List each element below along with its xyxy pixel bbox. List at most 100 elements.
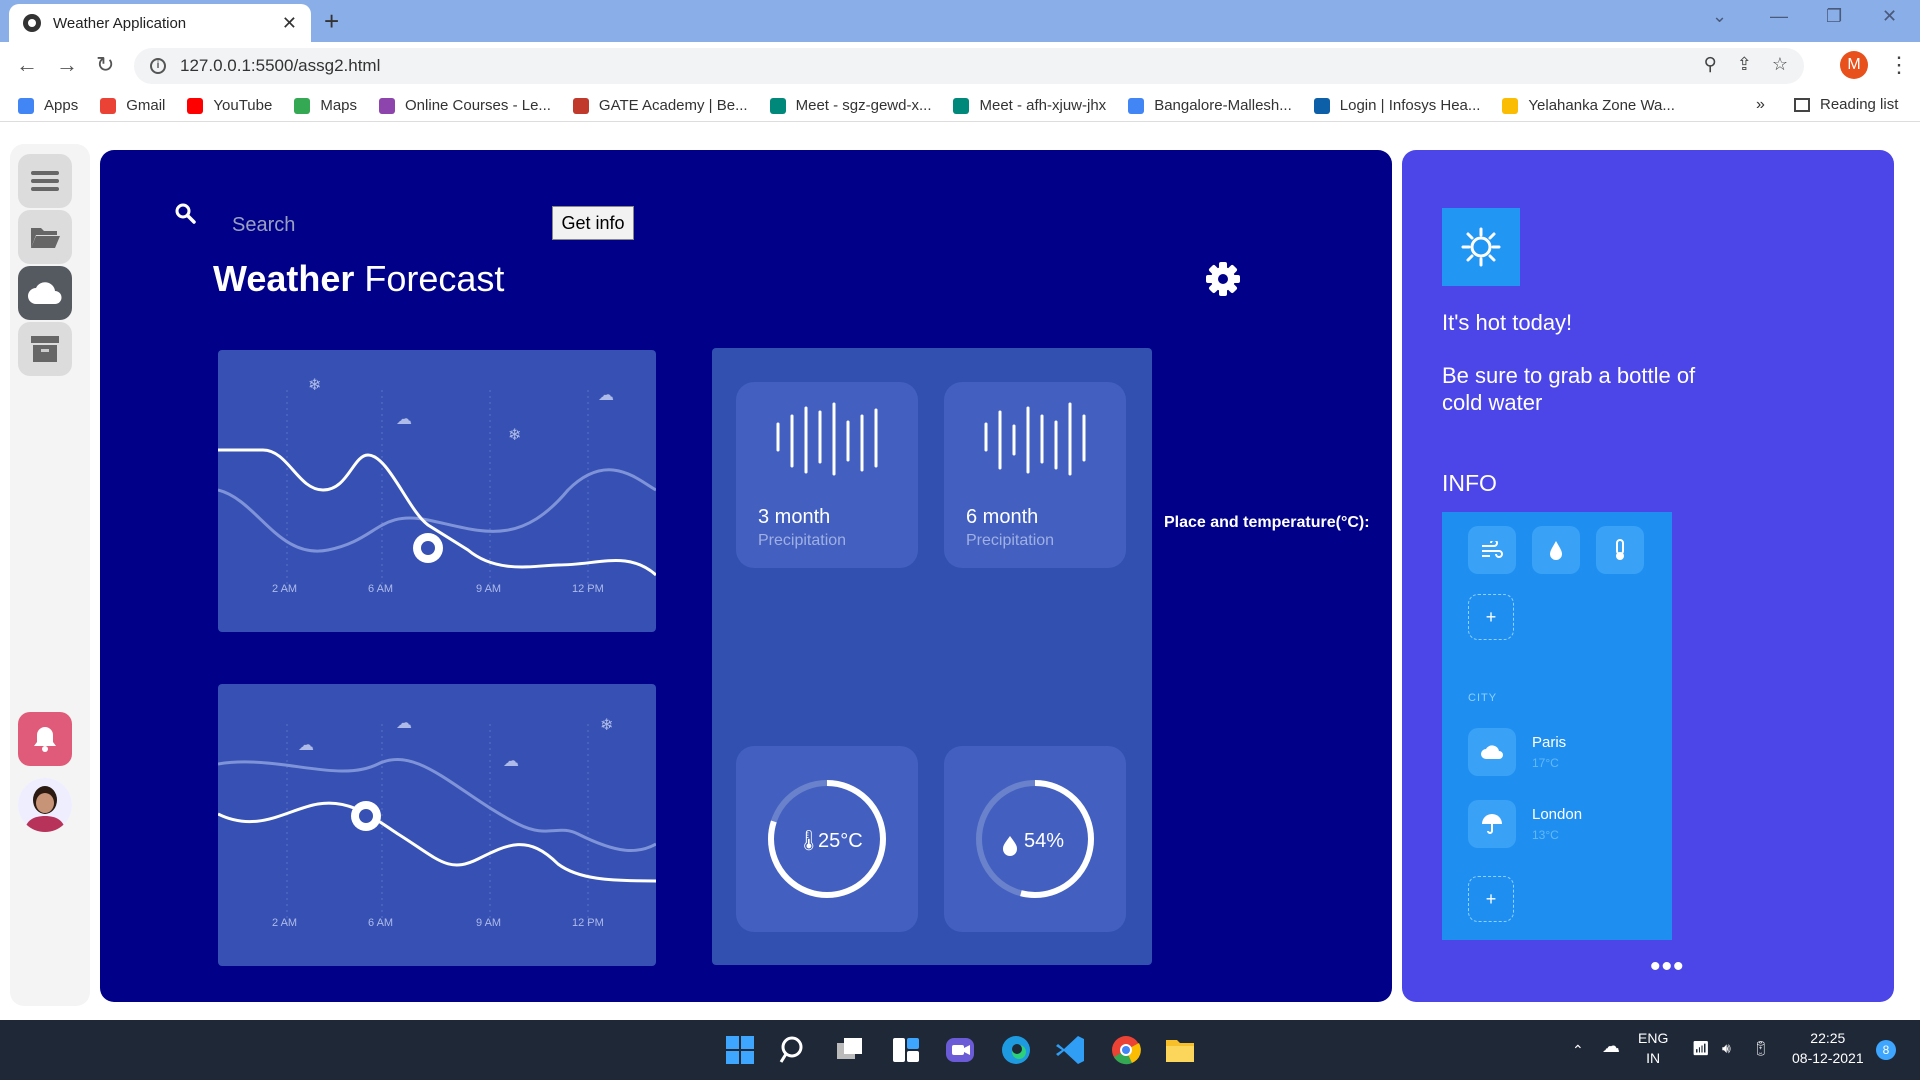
thermometer-icon	[1616, 539, 1624, 560]
bookmark-favicon-icon	[1313, 97, 1330, 114]
chrome-icon[interactable]	[1110, 1034, 1142, 1066]
restore-button[interactable]: ❐	[1826, 6, 1842, 27]
show-hidden-icons-icon[interactable]: ⌃	[1572, 1040, 1584, 1060]
zoom-icon[interactable]: ⚲	[1704, 54, 1717, 75]
volume-icon[interactable]: 🔊︎	[1722, 1038, 1731, 1058]
file-explorer-icon[interactable]	[1164, 1034, 1196, 1066]
time-label: 6 AM	[368, 917, 393, 929]
night-cloud-icon: ☁	[396, 411, 412, 428]
add-city-button[interactable]: +	[1468, 876, 1514, 922]
reload-icon[interactable]: ↻	[96, 52, 114, 78]
get-info-button[interactable]: Get info	[552, 206, 634, 240]
new-tab-button[interactable]: +	[324, 6, 339, 37]
bookmark-item[interactable]: Bangalore-Mallesh...	[1128, 97, 1292, 114]
share-icon[interactable]: ⇪	[1737, 54, 1752, 75]
browser-menu-icon[interactable]: ⋮	[1888, 52, 1910, 78]
bookmark-item[interactable]: Online Courses - Le...	[379, 97, 551, 114]
start-icon[interactable]	[724, 1034, 756, 1066]
stat-title: 3 month	[758, 506, 831, 528]
folder-button[interactable]	[18, 210, 72, 264]
bookmarks-bar: Apps Gmail YouTube Maps Online Courses - Le.…	[0, 90, 1920, 122]
time-label: 12 PM	[572, 583, 604, 595]
search-icon[interactable]	[174, 202, 198, 226]
user-photo-icon	[18, 778, 72, 832]
wind-button[interactable]	[1468, 526, 1516, 574]
notifications-button[interactable]	[18, 712, 72, 766]
teams-chat-icon[interactable]	[944, 1034, 976, 1066]
browser-tab[interactable]: Weather Application ✕	[9, 4, 311, 42]
clock-date: 08-12-2021	[1792, 1050, 1864, 1066]
temperature-gauge-card[interactable]: 🌡︎ 25°C	[736, 746, 918, 932]
bookmark-favicon-icon	[18, 97, 34, 114]
precipitation-6-month-card[interactable]: 6 month Precipitation	[944, 382, 1126, 568]
site-info-icon[interactable]: i	[150, 58, 166, 74]
bookmark-star-icon[interactable]: ☆	[1772, 54, 1788, 75]
humidity-value: 54%	[1024, 830, 1064, 852]
night-cloud-icon: ☁	[598, 387, 614, 404]
minimize-button[interactable]: —	[1770, 6, 1788, 27]
lang-line-2: IN	[1646, 1050, 1661, 1066]
water-drop-icon	[1003, 836, 1017, 856]
bookmark-item[interactable]: Meet - sgz-gewd-x...	[769, 97, 932, 114]
bookmark-item[interactable]: YouTube	[187, 97, 272, 114]
reading-list-button[interactable]: Reading list	[1794, 96, 1898, 113]
bookmark-item[interactable]: Maps	[294, 97, 357, 114]
tab-search-icon[interactable]: ⌄	[1712, 6, 1727, 27]
humidity-gauge: 54%	[976, 780, 1094, 898]
bookmark-item[interactable]: Login | Infosys Hea...	[1313, 97, 1480, 114]
archive-button[interactable]	[18, 322, 72, 376]
bookmark-favicon-icon	[294, 97, 311, 114]
bookmark-item[interactable]: Apps	[18, 97, 78, 114]
widgets-icon[interactable]	[890, 1034, 922, 1066]
temperature-button[interactable]	[1596, 526, 1644, 574]
language-indicator[interactable]: ENG IN	[1638, 1028, 1668, 1068]
clock[interactable]: 22:25 08-12-2021	[1792, 1028, 1864, 1068]
settings-gear-icon[interactable]	[1204, 260, 1242, 298]
tab-close-icon[interactable]: ✕	[282, 13, 297, 34]
edge-icon[interactable]	[1000, 1034, 1032, 1066]
bookmark-item[interactable]: Yelahanka Zone Wa...	[1502, 97, 1675, 114]
task-view-icon[interactable]	[834, 1034, 866, 1066]
city-row-paris[interactable]: Paris 17°C	[1468, 728, 1658, 778]
vscode-icon[interactable]	[1054, 1034, 1086, 1066]
series-line-secondary	[218, 757, 656, 853]
forward-icon[interactable]: →	[56, 52, 78, 78]
archive-icon	[31, 336, 59, 362]
weather-headline: It's hot today!	[1442, 310, 1573, 335]
notification-badge[interactable]: 8	[1876, 1040, 1896, 1060]
weather-button[interactable]	[18, 266, 72, 320]
cloud-icon	[28, 282, 62, 304]
onedrive-icon[interactable]: ☁	[1602, 1036, 1620, 1056]
cloud-icon: ☁	[396, 715, 412, 732]
night-cloud-icon: ☁	[298, 737, 314, 754]
weather-advice: Be sure to grab a bottle of cold water	[1442, 363, 1696, 415]
user-avatar[interactable]	[18, 778, 72, 832]
more-options-icon[interactable]: •••	[1650, 952, 1685, 982]
search-icon[interactable]	[778, 1034, 810, 1066]
address-bar[interactable]: i 127.0.0.1:5500/assg2.html ⚲ ⇪ ☆	[134, 48, 1804, 84]
back-icon[interactable]: ←	[16, 52, 38, 78]
battery-icon[interactable]: 🔋︎	[1752, 1038, 1770, 1058]
bookmark-item[interactable]: Meet - afh-xjuw-jhx	[953, 97, 1106, 114]
stat-subtitle: Precipitation	[966, 532, 1055, 549]
time-label: 6 AM	[368, 583, 393, 595]
hamburger-icon	[31, 171, 59, 191]
stat-title: 6 month	[966, 506, 1039, 528]
close-window-button[interactable]: ✕	[1882, 6, 1897, 27]
city-row-london[interactable]: London 13°C	[1468, 800, 1658, 850]
precipitation-3-month-card[interactable]: 3 month Precipitation	[736, 382, 918, 568]
temperature-gauge: 🌡︎ 25°C	[768, 780, 886, 898]
humidity-gauge-card[interactable]: 54%	[944, 746, 1126, 932]
humidity-button[interactable]	[1532, 526, 1580, 574]
bookmarks-overflow-icon[interactable]: »	[1756, 96, 1765, 114]
search-input[interactable]	[232, 210, 482, 240]
wifi-icon[interactable]: 📶︎	[1692, 1038, 1710, 1058]
bookmark-item[interactable]: Gmail	[100, 97, 165, 114]
profile-avatar[interactable]: M	[1840, 51, 1868, 79]
menu-button[interactable]	[18, 154, 72, 208]
series-line-primary	[218, 801, 656, 883]
add-metric-button[interactable]: +	[1468, 594, 1514, 640]
temperature-value: 25°C	[818, 830, 863, 852]
bookmark-label: Meet - sgz-gewd-x...	[795, 97, 932, 114]
bookmark-item[interactable]: GATE Academy | Be...	[572, 97, 748, 114]
